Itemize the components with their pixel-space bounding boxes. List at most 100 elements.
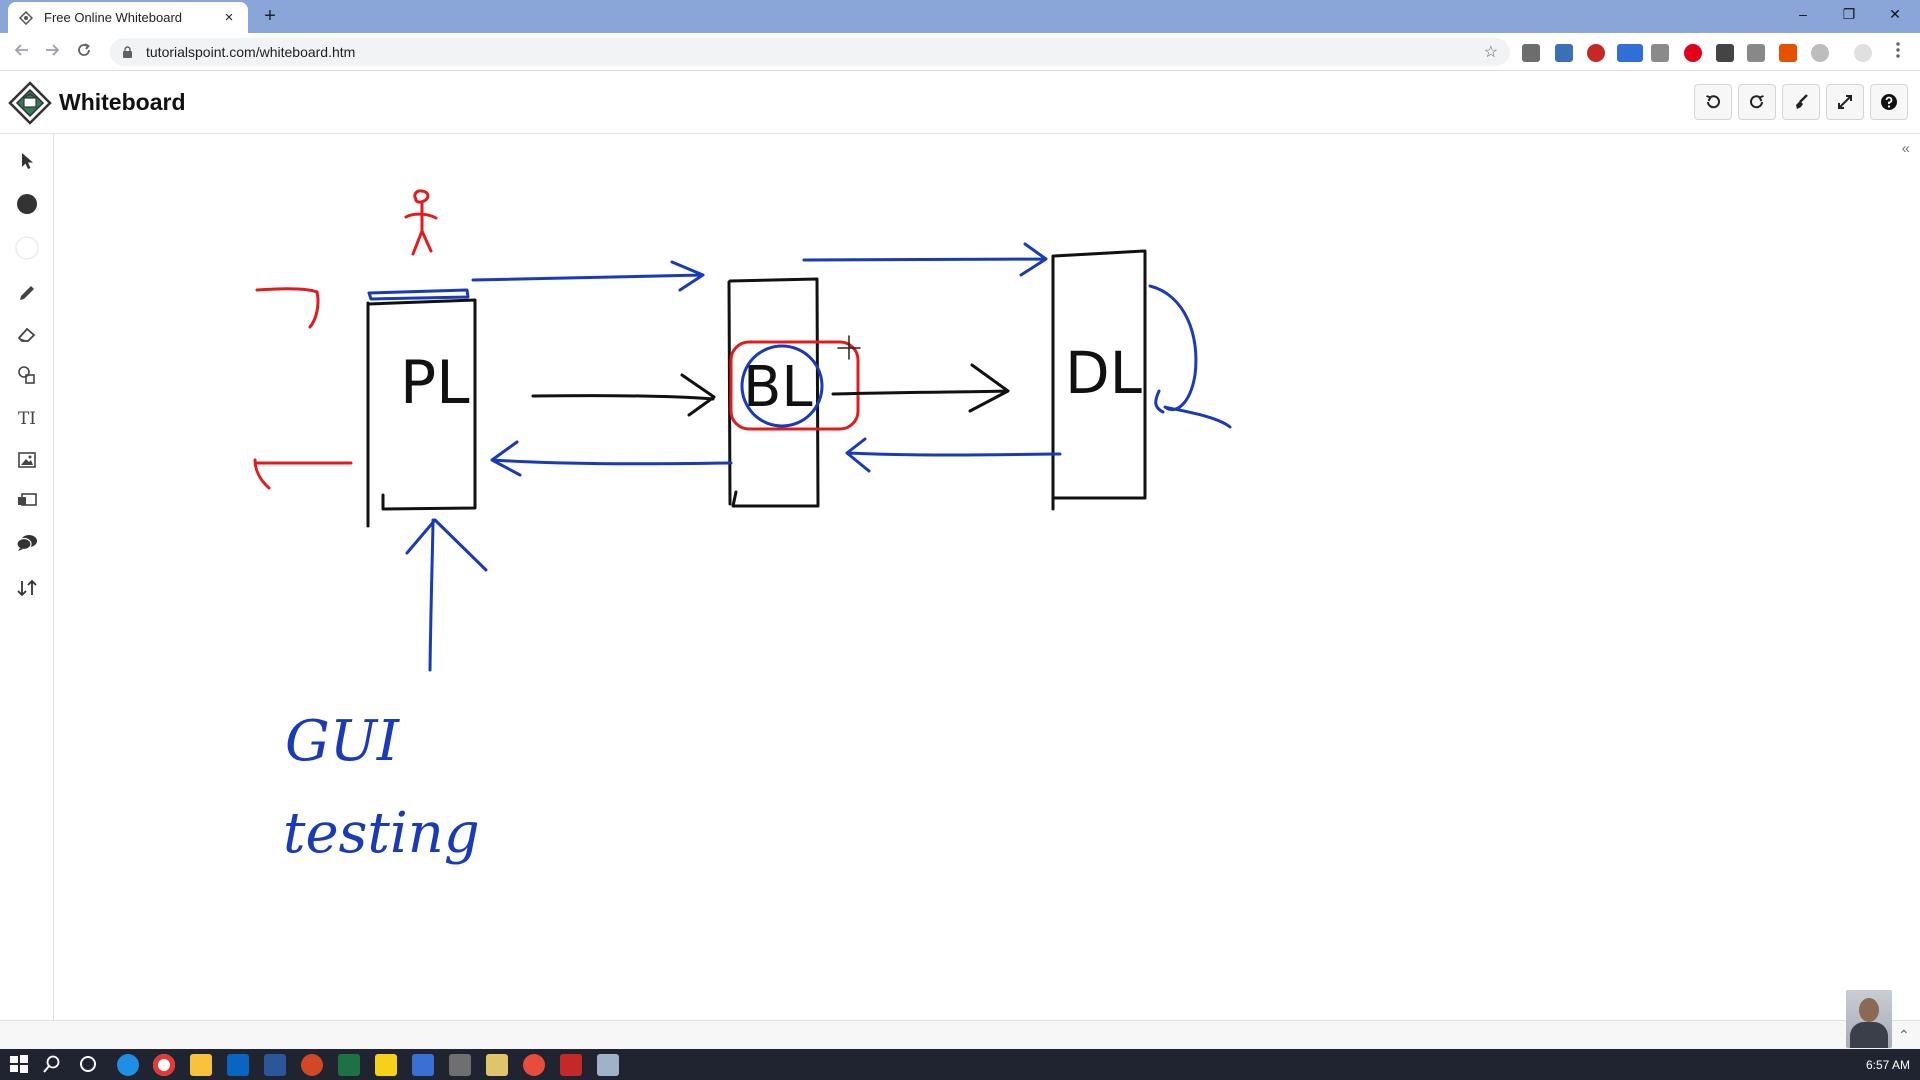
extension-copy-icon[interactable] [1617,44,1643,62]
shapes-icon [18,366,35,384]
windows-taskbar: 6:57 AM [0,1049,1920,1080]
bl-label: BL [743,355,813,420]
word-icon[interactable] [264,1054,286,1076]
clear-brush-button[interactable] [1782,84,1820,120]
image-tool[interactable] [9,443,45,477]
bookmark-star-icon[interactable]: ☆ [1484,42,1498,62]
powerpoint-icon[interactable] [301,1054,323,1076]
whiteboard-canvas[interactable]: PL BL DL GUI testing [55,135,1890,1020]
presenter-webcam-thumbnail [1846,990,1892,1048]
red-mark-lower [253,458,353,490]
outline-circle-tool[interactable] [9,231,45,265]
tutorialspoint-logo-icon [8,81,52,125]
sort-icon [17,579,37,597]
reload-icon [78,43,90,56]
comment-icon [16,535,37,551]
pencil-tool[interactable] [9,276,45,310]
restore-button[interactable]: ❐ [1826,0,1872,30]
file-explorer-icon[interactable] [190,1054,212,1076]
recorder-icon[interactable] [523,1054,545,1076]
whiteboard-favicon-icon [18,10,34,26]
extension-percent-icon[interactable] [1779,44,1797,62]
extension-opera-icon[interactable] [1684,44,1702,62]
window-close-button[interactable]: ✕ [1872,0,1918,30]
sticky-notes-icon[interactable] [375,1054,397,1076]
select-tool[interactable] [9,144,45,178]
browser-tab[interactable]: Free Online Whiteboard × [8,2,248,33]
snipping-tool-icon[interactable] [449,1054,471,1076]
tool-rail: TI [0,134,54,1020]
collapse-panel-button[interactable]: « [1902,140,1910,157]
reload-button[interactable] [70,38,98,66]
tab-close-button[interactable]: × [220,9,238,26]
minimize-button[interactable]: – [1780,0,1826,30]
annotation-testing: testing [283,801,480,866]
notepad-icon[interactable] [486,1054,508,1076]
app-window-icon[interactable] [597,1054,619,1076]
text-tool[interactable]: TI [9,402,45,436]
acrobat-icon[interactable] [560,1054,582,1076]
new-tab-button[interactable]: + [258,4,282,28]
pointer-icon [22,153,33,169]
extension-dots-icon[interactable] [1716,44,1734,62]
profile-avatar[interactable] [1854,44,1872,62]
arrow-left-icon [14,44,28,56]
help-button[interactable] [1870,84,1908,120]
fullscreen-button[interactable] [1826,84,1864,120]
annotation-gui: GUI [285,709,401,774]
sort-tool[interactable] [9,571,45,605]
redo-button[interactable] [1738,84,1776,120]
outlook-icon[interactable] [227,1054,249,1076]
help-icon [1881,94,1897,110]
webcam-head-shape [1859,998,1879,1022]
extension-braces-icon[interactable] [1651,44,1669,62]
chat-app-icon[interactable] [412,1054,434,1076]
undo-button[interactable] [1694,84,1732,120]
arrow-top-bl-to-dl [802,242,1048,277]
extension-circle-icon[interactable] [1811,44,1829,62]
text-icon: TI [17,409,37,429]
app-title: Whiteboard [59,89,186,115]
undo-icon [1706,95,1720,109]
shapes-tool[interactable] [9,358,45,392]
comment-tool[interactable] [9,526,45,560]
browser-tab-strip: Free Online Whiteboard × + – ❐ ✕ [0,0,1920,33]
fill-circle-tool[interactable] [9,187,45,221]
user-stick-figure [404,189,438,256]
arrow-right-icon [46,44,60,56]
redo-icon [1750,95,1764,109]
extension-translate-icon[interactable] [1555,44,1573,62]
arrow-bl-to-pl [490,440,733,477]
pencil-icon [20,286,34,300]
forward-button[interactable] [38,38,66,66]
chrome-icon[interactable] [153,1054,175,1076]
edge-icon[interactable] [117,1054,139,1076]
windows-start-icon[interactable] [9,1054,31,1076]
screen: Free Online Whiteboard × + – ❐ ✕ tutoria… [0,0,1920,1080]
cortana-icon[interactable] [78,1054,100,1076]
app-header: Whiteboard [0,72,1920,134]
image-icon [18,452,36,468]
circle-fill-icon [17,194,37,214]
pl-top-bar [367,288,470,301]
back-button[interactable] [8,38,36,66]
dl-label: DL [1065,339,1142,407]
pl-label: PL [400,348,470,418]
extension-record-icon[interactable] [1587,44,1605,62]
extension-g-icon[interactable] [1522,44,1540,62]
fullscreen-icon [1838,95,1852,109]
lock-icon [122,45,136,59]
search-icon[interactable] [42,1054,64,1076]
webcam-body-shape [1850,1022,1888,1048]
browser-menu-button[interactable] [1884,38,1912,66]
tab-title: Free Online Whiteboard [44,10,183,25]
media-icon [18,493,37,506]
eraser-tool[interactable] [9,318,45,352]
extension-move-icon[interactable] [1747,44,1765,62]
excel-icon[interactable] [338,1054,360,1076]
bottom-status-strip [0,1020,1920,1049]
scroll-top-icon[interactable]: ⌃ [1898,1027,1910,1044]
address-bar[interactable]: tutorialspoint.com/whiteboard.htm ☆ [110,38,1510,66]
red-mark-upper [255,287,320,329]
media-tool[interactable] [9,483,45,517]
